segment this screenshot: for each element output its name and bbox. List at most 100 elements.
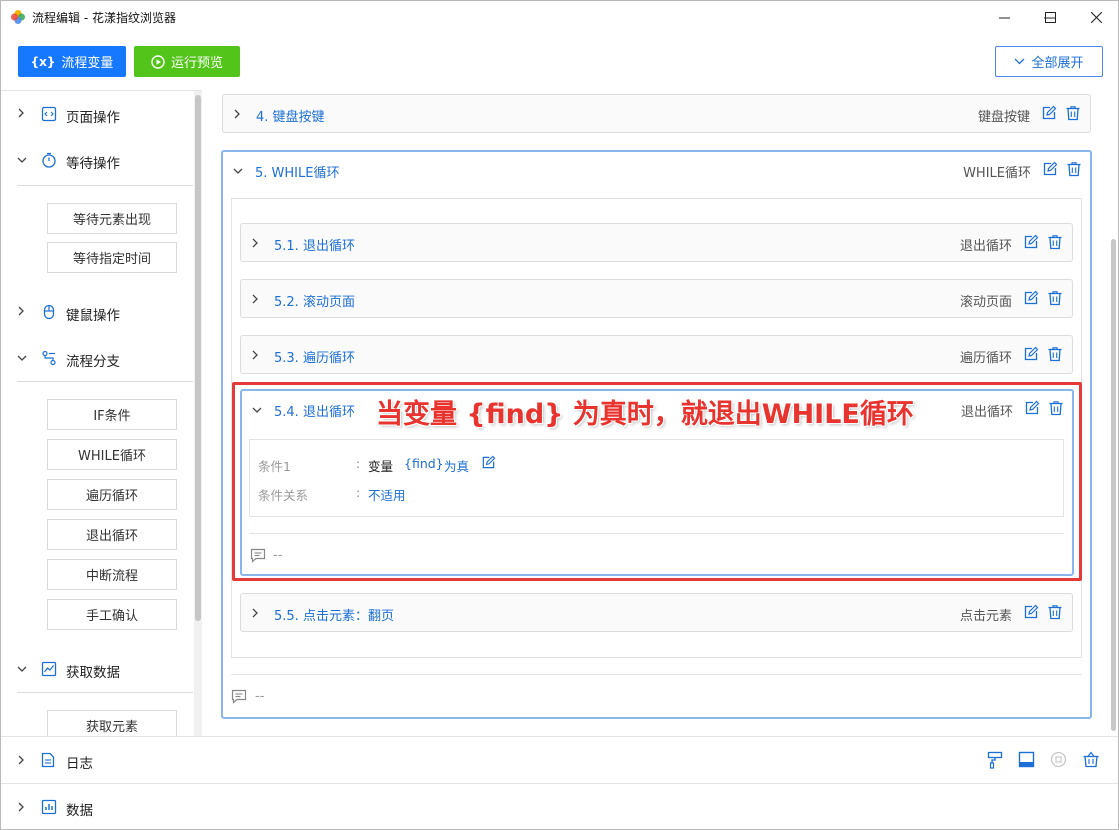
sidebar-group-label: 页面操作 — [66, 110, 120, 126]
panel-layout-icon[interactable] — [1018, 751, 1035, 768]
divider — [17, 692, 193, 693]
title-bar: 流程编辑 - 花漾指纹浏览器 — [1, 1, 1118, 33]
sidebar-item-confirm[interactable]: 手工确认 — [47, 599, 177, 630]
clear-basket-icon[interactable] — [1082, 751, 1100, 768]
divider — [17, 185, 193, 186]
log-panel[interactable]: 日志 — [1, 736, 1118, 783]
sidebar-group-flow-branch[interactable]: 流程分支 — [1, 335, 193, 381]
close-icon — [1090, 11, 1102, 23]
sidebar-group-wait-ops[interactable]: 等待操作 — [1, 137, 193, 183]
chart-icon — [41, 661, 57, 677]
divider — [17, 381, 193, 382]
chevron-down-icon — [17, 666, 27, 672]
trash-icon[interactable] — [1066, 161, 1082, 177]
sidebar-group-page-ops[interactable]: 页面操作 — [1, 91, 193, 137]
chevron-right-icon — [252, 238, 258, 248]
sidebar-group-get-data[interactable]: 获取数据 — [1, 646, 193, 692]
stop-icon[interactable] — [1050, 751, 1067, 768]
bar-chart-icon — [41, 799, 57, 815]
code-page-icon — [41, 106, 57, 122]
flower-logo-icon — [11, 10, 25, 24]
step-header[interactable]: 4. 键盘按键 键盘按键 — [223, 95, 1090, 133]
restore-button[interactable] — [1027, 1, 1073, 33]
sidebar-scrollbar-thumb[interactable] — [195, 95, 201, 621]
step-type: 点击元素 — [959, 609, 1012, 624]
step-type: 键盘按键 — [977, 110, 1030, 125]
data-label: 数据 — [66, 803, 93, 819]
main-scrollbar-thumb[interactable] — [1111, 239, 1116, 731]
chevron-down-icon — [233, 168, 243, 174]
step-title: 5.1. 退出循环 — [274, 239, 355, 254]
edit-icon[interactable] — [1042, 161, 1058, 177]
chevron-right-icon — [18, 755, 24, 765]
app-window: 流程编辑 - 花漾指纹浏览器 {x} 流程变量 运行预览 全部展开 页面操作 等… — [0, 0, 1119, 830]
trash-icon[interactable] — [1047, 234, 1063, 250]
sidebar-item-wait-time[interactable]: 等待指定时间 — [47, 242, 177, 273]
step-header[interactable]: 5.5. 点击元素：翻页 点击元素 — [241, 594, 1072, 632]
data-panel[interactable]: 数据 — [1, 783, 1118, 829]
edit-icon[interactable] — [1023, 290, 1039, 306]
flow-variables-button[interactable]: {x} 流程变量 — [18, 46, 126, 77]
flow-variables-label: 流程变量 — [61, 56, 114, 71]
step-header[interactable]: 5.1. 退出循环 退出循环 — [241, 224, 1072, 262]
chevron-down-icon — [17, 157, 27, 163]
sidebar-group-label: 流程分支 — [66, 354, 120, 370]
log-label: 日志 — [66, 756, 93, 772]
step-card-5-3[interactable]: 5.3. 遍历循环 遍历循环 — [240, 335, 1073, 374]
step-comment: -- — [255, 689, 265, 704]
branch-icon — [42, 350, 56, 366]
sidebar-item-foreach[interactable]: 遍历循环 — [47, 479, 177, 510]
step-type: 遍历循环 — [959, 351, 1012, 366]
sidebar-item-abort[interactable]: 中断流程 — [47, 559, 177, 590]
step-card-4[interactable]: 4. 键盘按键 键盘按键 — [222, 94, 1091, 133]
sidebar-group-keymouse-ops[interactable]: 键鼠操作 — [1, 289, 193, 335]
document-icon — [41, 752, 55, 768]
step-title: 5. WHILE循环 — [255, 166, 340, 181]
chevron-right-icon — [18, 306, 24, 316]
step-card-5-5[interactable]: 5.5. 点击元素：翻页 点击元素 — [240, 593, 1073, 632]
close-button[interactable] — [1073, 1, 1118, 33]
step-title: 5.2. 滚动页面 — [274, 295, 355, 310]
sidebar-group-label: 等待操作 — [66, 156, 120, 172]
minimize-button-2[interactable] — [981, 1, 1027, 33]
brush-icon[interactable] — [987, 751, 1003, 769]
run-preview-button[interactable]: 运行预览 — [134, 46, 240, 77]
step-title: 4. 键盘按键 — [256, 110, 325, 125]
edit-icon[interactable] — [1023, 604, 1039, 620]
comment-icon[interactable] — [231, 689, 247, 704]
chevron-down-icon — [17, 355, 27, 361]
sidebar-group-label: 获取数据 — [66, 665, 120, 681]
step-card-5-1[interactable]: 5.1. 退出循环 退出循环 — [240, 223, 1073, 262]
step-header[interactable]: 5. WHILE循环 WHILE循环 — [223, 152, 1090, 190]
step-header[interactable]: 5.3. 遍历循环 遍历循环 — [241, 336, 1072, 374]
stopwatch-icon — [42, 152, 56, 168]
trash-icon[interactable] — [1065, 105, 1081, 121]
sidebar-item-break[interactable]: 退出循环 — [47, 519, 177, 550]
sidebar-item-while[interactable]: WHILE循环 — [47, 439, 177, 470]
edit-icon[interactable] — [1041, 105, 1057, 121]
step-card-5-2[interactable]: 5.2. 滚动页面 滚动页面 — [240, 279, 1073, 318]
edit-icon[interactable] — [1023, 346, 1039, 362]
step-header[interactable]: 5.2. 滚动页面 滚动页面 — [241, 280, 1072, 318]
trash-icon[interactable] — [1047, 290, 1063, 306]
window-title: 流程编辑 - 花漾指纹浏览器 — [32, 11, 176, 25]
trash-icon[interactable] — [1047, 346, 1063, 362]
run-preview-label: 运行预览 — [170, 56, 223, 71]
expand-all-label: 全部展开 — [1031, 56, 1084, 71]
chevron-right-icon — [234, 109, 240, 119]
sidebar-item-if[interactable]: IF条件 — [47, 399, 177, 430]
expand-all-button[interactable]: 全部展开 — [995, 46, 1103, 77]
divider — [231, 674, 1082, 675]
trash-icon[interactable] — [1047, 604, 1063, 620]
mouse-icon — [43, 304, 55, 320]
chevron-right-icon — [18, 802, 24, 812]
flow-editor: 4. 键盘按键 键盘按键 5. WHILE循环 WHILE循环 5.1. 退出循… — [202, 90, 1118, 736]
edit-icon[interactable] — [1023, 234, 1039, 250]
step-type: WHILE循环 — [963, 166, 1031, 181]
maximize-icon — [1044, 11, 1056, 23]
sidebar-item-wait-element[interactable]: 等待元素出现 — [47, 203, 177, 234]
sidebar-item-get-element[interactable]: 获取元素 — [47, 710, 177, 736]
step-type: 滚动页面 — [959, 295, 1012, 310]
step-title: 5.3. 遍历循环 — [274, 351, 355, 366]
minimize-icon — [998, 17, 1010, 18]
